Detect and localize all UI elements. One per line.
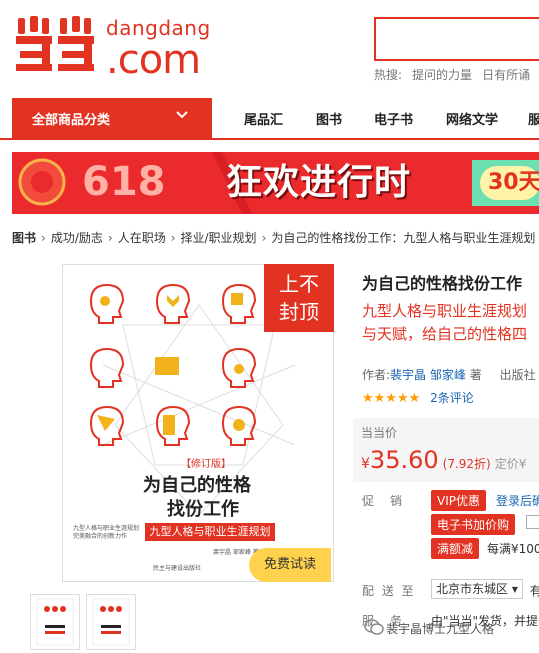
breadcrumb: 图书 › 成功/励志 › 人在职场 › 择业/职业规划 › 为自己的性格找份工作：九型人格与职业… — [12, 231, 536, 245]
search-box[interactable] — [374, 17, 539, 61]
breadcrumb-link[interactable]: 人在职场 — [118, 231, 166, 245]
watermark-text: 裴宇晶博士九型人格 — [386, 622, 495, 636]
cover-subtitle: 九型人格与职业生涯规划 — [145, 523, 275, 541]
original-price-label: 定价¥ — [494, 457, 527, 471]
main-nav: 全部商品分类 尾品汇 图书 电子书 网络文学 服 — [0, 98, 539, 140]
price-value: 35.60 — [369, 446, 439, 474]
full-reduction-text: 每满¥100 — [487, 542, 539, 556]
cover-blurb: 完美融合的创新力作 — [73, 533, 128, 540]
logo-wordmark: dangdang .com — [106, 18, 211, 80]
chevron-down-icon — [176, 111, 188, 119]
nav-item[interactable]: 电子书 — [374, 109, 413, 128]
rating-row: ★★★★★ 2条评论 — [362, 389, 474, 406]
breadcrumb-root[interactable]: 图书 — [12, 231, 36, 245]
no-cap-tag-line2: 封顶 — [279, 300, 319, 324]
ebook-addon-badge: 电子书加价购 — [431, 514, 516, 535]
hot-search-label: 热搜: — [374, 68, 403, 82]
promo-label: 促 销 — [362, 494, 405, 508]
breadcrumb-current: 为自己的性格找份工作：九型人格与职业生涯规划 — [271, 231, 536, 245]
author-suffix: 著 — [469, 368, 482, 382]
review-count-link[interactable]: 2条评论 — [430, 391, 474, 405]
star-rating-icon: ★★★★★ — [362, 391, 421, 406]
author-link[interactable]: 裴宇晶 — [390, 368, 426, 382]
author-link[interactable]: 邹家峰 — [430, 368, 466, 382]
thumbnail[interactable] — [30, 594, 80, 650]
nav-item[interactable]: 服 — [528, 109, 539, 128]
all-categories-label: 全部商品分类 — [32, 113, 111, 128]
breadcrumb-link[interactable]: 成功/励志 — [51, 231, 103, 245]
free-trial-button[interactable]: 免费试读 — [249, 548, 331, 582]
vip-badge: VIP优惠 — [431, 490, 486, 511]
product-subtitle-line1: 九型人格与职业生涯规划 — [362, 302, 528, 320]
promo-banner[interactable]: 618 狂欢进行时 30天 — [12, 152, 539, 214]
no-cap-tag-line1: 上不 — [279, 272, 319, 296]
full-reduction-badge: 满额减 — [431, 538, 480, 559]
hot-search-item[interactable]: 日有所诵 — [482, 68, 530, 82]
author-label: 作者: — [362, 368, 391, 382]
product-subtitle: 九型人格与职业生涯规划 与天赋，给自己的性格四 — [362, 300, 527, 346]
all-categories-button[interactable]: 全部商品分类 — [12, 98, 212, 138]
logo-text-bottom: .com — [106, 37, 201, 83]
author-row: 作者:裴宇晶 邹家峰 著 出版社 — [362, 366, 536, 383]
ebook-addon-checkbox[interactable] — [526, 515, 539, 529]
delivery-address-select[interactable]: 北京市东城区 ▾ — [431, 579, 523, 599]
search-input[interactable] — [376, 19, 538, 59]
banner-main-text: 狂欢进行时 — [226, 162, 412, 203]
price: ¥35.60 (7.92折) 定价¥ — [361, 446, 526, 474]
product-subtitle-line2: 与天赋，给自己的性格四 — [362, 325, 528, 343]
cover-title-line1: 为自己的性格 — [143, 475, 251, 496]
dangdang-logo-icon — [16, 16, 94, 71]
thumbnail[interactable] — [86, 594, 136, 650]
nav-item[interactable]: 尾品汇 — [244, 109, 283, 128]
hot-search: 热搜: 提问的力量 日有所诵 — [374, 66, 539, 83]
discount: (7.92折) — [442, 457, 491, 471]
thumbnail-image — [92, 598, 130, 646]
wechat-icon — [364, 619, 384, 635]
delivery-label: 配 送 至 — [362, 584, 416, 598]
breadcrumb-link[interactable]: 择业/职业规划 — [181, 231, 257, 245]
banner-right-text: 30天 — [488, 170, 539, 195]
price-label: 当当价 — [361, 426, 398, 440]
publisher-label: 出版社 — [499, 368, 536, 382]
cover-title-line2: 找份工作 — [167, 499, 239, 520]
cover-publisher: 民主与建设出版社 — [153, 565, 202, 572]
cover-edition: 【修订版】 — [181, 459, 231, 470]
product-title: 为自己的性格找份工作 — [362, 274, 523, 293]
dangdang-logo[interactable]: dangdang .com — [14, 14, 214, 80]
delivery-status: 有 — [530, 584, 539, 598]
nav-item[interactable]: 图书 — [316, 109, 342, 128]
nav-item[interactable]: 网络文学 — [446, 109, 498, 128]
logo-text-top: dangdang — [106, 16, 211, 40]
price-symbol: ¥ — [361, 456, 370, 472]
thumbnail-image — [36, 598, 74, 646]
no-cap-tag: 上不 封顶 — [264, 264, 334, 332]
banner-618-text: 618 — [82, 159, 166, 205]
vip-login-link[interactable]: 登录后确 — [496, 492, 539, 509]
hot-search-item[interactable]: 提问的力量 — [412, 68, 472, 82]
